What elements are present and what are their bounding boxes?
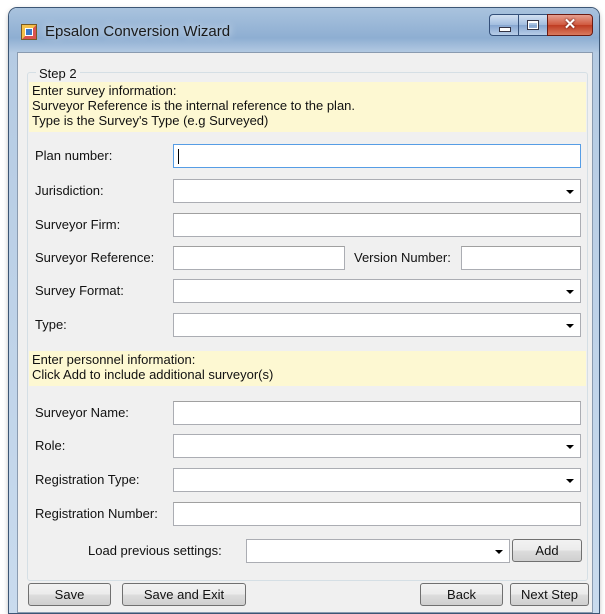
chevron-down-icon [566,445,574,449]
survey-info-panel: Enter survey information: Surveyor Refer… [29,82,586,132]
maximize-icon [527,20,539,30]
registration-number-label: Registration Number: [35,506,158,521]
chevron-down-icon [566,324,574,328]
surveyor-reference-input[interactable] [173,246,345,270]
jurisdiction-select[interactable] [173,179,581,203]
surveyor-firm-input[interactable] [173,213,581,237]
plan-number-label: Plan number: [35,148,113,163]
close-icon: ✕ [563,16,577,33]
version-number-label: Version Number: [354,250,451,265]
personnel-info-panel: Enter personnel information: Click Add t… [29,351,586,386]
add-button[interactable]: Add [512,539,582,562]
chevron-down-icon [495,550,503,554]
chevron-down-icon [566,190,574,194]
chevron-down-icon [566,479,574,483]
caption-buttons: ✕ [489,14,593,36]
survey-info-line: Surveyor Reference is the internal refer… [32,98,356,113]
close-button[interactable]: ✕ [547,14,593,36]
registration-type-label: Registration Type: [35,472,140,487]
surveyor-name-label: Surveyor Name: [35,405,129,420]
minimize-button[interactable] [489,14,518,36]
load-previous-label: Load previous settings: [88,543,222,558]
title-bar[interactable]: Epsalon Conversion Wizard ✕ [9,8,599,52]
load-previous-select[interactable] [246,539,510,563]
step-legend: Step 2 [36,66,80,81]
surveyor-name-input[interactable] [173,401,581,425]
role-select[interactable] [173,434,581,458]
app-icon [21,24,37,40]
type-select[interactable] [173,313,581,337]
client-area: Step 2 Enter survey information: Surveyo… [17,52,593,613]
registration-number-input[interactable] [173,502,581,526]
wizard-window: Epsalon Conversion Wizard ✕ Step 2 Enter… [9,8,599,613]
minimize-icon [499,27,511,32]
registration-type-select[interactable] [173,468,581,492]
survey-format-label: Survey Format: [35,283,124,298]
survey-format-select[interactable] [173,279,581,303]
window-title: Epsalon Conversion Wizard [45,23,231,40]
text-caret [178,149,179,164]
personnel-info-line: Enter personnel information: [32,352,196,367]
jurisdiction-label: Jurisdiction: [35,183,104,198]
chevron-down-icon [566,290,574,294]
survey-info-line: Type is the Survey's Type (e.g Surveyed) [32,113,269,128]
version-number-input[interactable] [461,246,581,270]
role-label: Role: [35,438,66,453]
save-and-exit-button[interactable]: Save and Exit [122,583,246,606]
next-step-button[interactable]: Next Step [510,583,589,606]
surveyor-reference-label: Surveyor Reference: [35,250,155,265]
maximize-button[interactable] [518,14,547,36]
survey-info-line: Enter survey information: [32,83,177,98]
save-button[interactable]: Save [28,583,111,606]
surveyor-firm-label: Surveyor Firm: [35,217,121,232]
plan-number-input[interactable] [173,144,581,168]
personnel-info-line: Click Add to include additional surveyor… [32,367,274,382]
type-label: Type: [35,317,67,332]
back-button[interactable]: Back [420,583,503,606]
